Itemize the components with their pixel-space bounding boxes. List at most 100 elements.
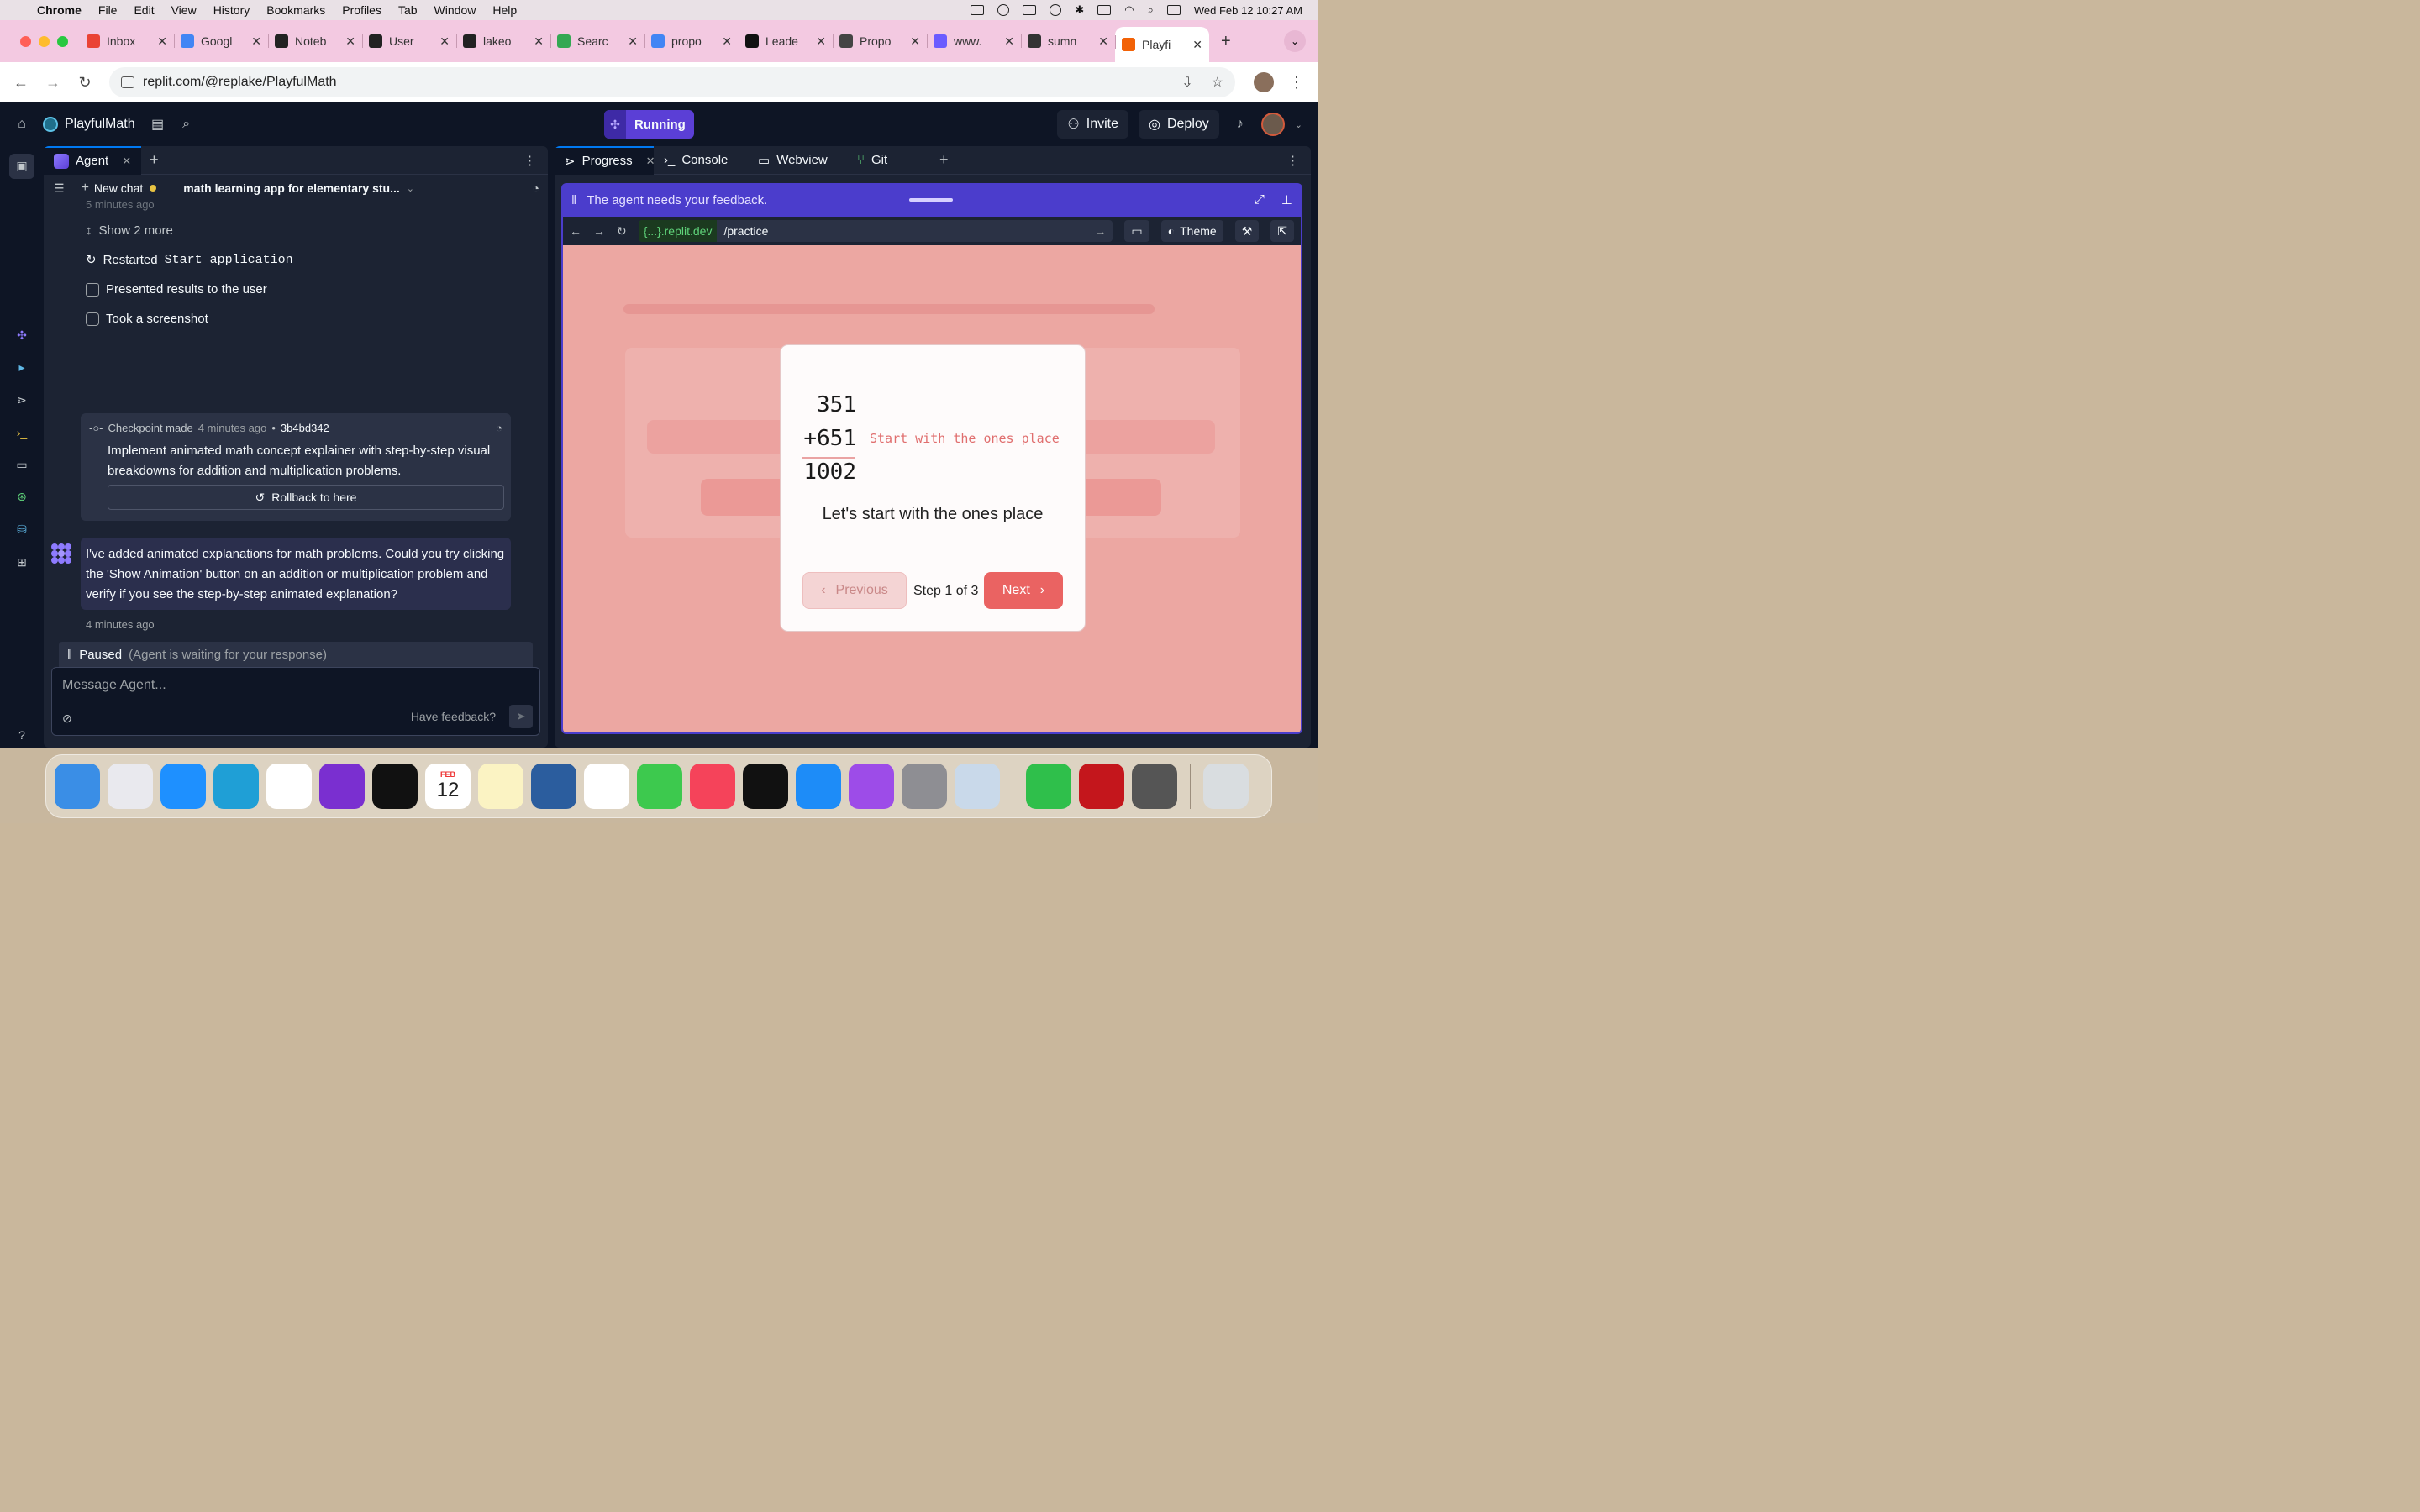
close-icon[interactable]: ✕ (910, 34, 920, 49)
expand-window-icon[interactable]: ⤢ (1255, 192, 1265, 207)
menu-profiles[interactable]: Profiles (342, 3, 381, 17)
webview-back-icon[interactable]: ← (570, 224, 581, 238)
theme-button[interactable]: ◐ Theme (1160, 220, 1223, 242)
install-app-icon[interactable]: ⇩ (1181, 74, 1192, 91)
back-button[interactable]: ← (5, 74, 37, 92)
shell-tool-icon[interactable]: ⋗ (9, 387, 34, 412)
close-icon[interactable]: ✕ (251, 34, 261, 49)
message-input[interactable]: Message Agent... ⊘ Have feedback? ➤ (51, 667, 540, 736)
agent-tool-icon[interactable]: ✣ (9, 323, 34, 348)
image-capture-icon[interactable] (1132, 764, 1177, 809)
accessibility-icon[interactable] (1050, 4, 1062, 16)
profile-avatar[interactable] (1254, 72, 1274, 92)
webview-tool-icon[interactable]: ▭ (9, 453, 34, 478)
music-icon[interactable] (690, 764, 735, 809)
numbers-icon[interactable] (1026, 764, 1071, 809)
browser-tab[interactable]: Playfi ✕ (1115, 27, 1209, 62)
home-icon[interactable]: ⌂ (11, 113, 33, 135)
tab-webview[interactable]: ▭ Webview (748, 146, 847, 175)
browser-tab[interactable]: www. ✕ (927, 26, 1021, 56)
browser-tab[interactable]: Noteb ✕ (268, 26, 362, 56)
send-button[interactable]: ➤ (509, 705, 533, 728)
menubar-clock[interactable]: Wed Feb 12 10:27 AM (1194, 4, 1302, 17)
open-external-icon[interactable]: ⇱ (1270, 220, 1294, 242)
rollback-button[interactable]: ↺ Rollback to here (108, 485, 504, 510)
webview-go-icon[interactable]: → (1094, 224, 1113, 238)
finder-icon[interactable] (55, 764, 100, 809)
new-tab-button[interactable]: + (1221, 32, 1231, 51)
project-title[interactable]: PlayfulMath (43, 117, 135, 132)
photos-icon[interactable] (584, 764, 629, 809)
browser-tab[interactable]: lakeo ✕ (456, 26, 550, 56)
acrobat-icon[interactable] (1079, 764, 1124, 809)
menu-help[interactable]: Help (492, 3, 517, 17)
tab-console[interactable]: ›_ Console (654, 146, 748, 175)
tab-search-button[interactable]: ⌄ (1284, 30, 1306, 52)
database-tool-icon[interactable]: ⛁ (9, 517, 34, 543)
sidebar-toggle-icon[interactable]: ▣ (9, 154, 34, 179)
firefox-icon[interactable] (319, 764, 365, 809)
usage-gauge-icon[interactable]: ◔ (533, 181, 539, 195)
browser-tab[interactable]: sumn ✕ (1021, 26, 1115, 56)
new-chat-button[interactable]: New chat (94, 181, 143, 195)
zoom-window-button[interactable] (57, 35, 68, 47)
pin-icon[interactable]: ⊥ (1281, 192, 1292, 207)
webview-reload-icon[interactable]: ↻ (617, 224, 627, 239)
notifications-bell-icon[interactable]: ♪ (1229, 113, 1251, 135)
search-icon[interactable]: ⌕ (176, 113, 197, 135)
messages-icon[interactable] (637, 764, 682, 809)
close-icon[interactable]: ✕ (1192, 38, 1202, 52)
browser-tab[interactable]: Googl ✕ (174, 26, 268, 56)
close-icon[interactable]: ✕ (439, 34, 450, 49)
close-icon[interactable]: ✕ (628, 34, 638, 49)
omnibox[interactable]: replit.com/@replake/PlayfulMath ⇩ ☆ (109, 67, 1235, 97)
menu-bookmarks[interactable]: Bookmarks (266, 3, 325, 17)
previous-step-button[interactable]: ‹ Previous (802, 572, 907, 609)
display-icon[interactable] (971, 5, 985, 15)
user-avatar[interactable] (1260, 113, 1285, 136)
chat-title[interactable]: math learning app for elementary stu... (183, 181, 400, 195)
close-icon[interactable]: ✕ (157, 34, 167, 49)
action-screenshot[interactable]: Took a screenshot (86, 312, 208, 326)
chrome-menu-icon[interactable]: ⋮ (1289, 74, 1304, 92)
tab-agent[interactable]: Agent ✕ (44, 146, 142, 175)
all-tools-icon[interactable]: ⊞ (9, 549, 34, 575)
deployments-tool-icon[interactable]: ⊛ (9, 485, 34, 510)
edge-icon[interactable] (213, 764, 259, 809)
forward-button[interactable]: → (37, 74, 69, 92)
airplay-icon[interactable] (997, 4, 1010, 16)
action-presented[interactable]: Presented results to the user (86, 282, 267, 297)
next-step-button[interactable]: Next › (984, 572, 1063, 609)
url-text[interactable]: replit.com/@replake/PlayfulMath (143, 75, 337, 90)
webview-forward-icon[interactable]: → (593, 224, 605, 238)
settings-icon[interactable] (902, 764, 947, 809)
tab-progress[interactable]: ⋗ Progress ✕ (555, 146, 655, 175)
chat-title-chevron-icon[interactable]: ⌄ (407, 183, 414, 194)
menu-history[interactable]: History (213, 3, 250, 17)
app-store-icon[interactable] (796, 764, 841, 809)
preview-icon[interactable] (955, 764, 1000, 809)
reload-button[interactable]: ↻ (69, 74, 101, 92)
new-chat-plus-icon[interactable]: + (82, 181, 89, 196)
menu-view[interactable]: View (171, 3, 197, 17)
window-icon[interactable] (1023, 5, 1037, 15)
console-tool-icon[interactable]: ›_ (9, 420, 34, 445)
chat-list-icon[interactable]: ☰ (54, 181, 65, 196)
close-icon[interactable]: ✕ (1098, 34, 1108, 49)
site-info-icon[interactable] (121, 76, 134, 88)
devtools-icon[interactable]: ⚒ (1234, 220, 1260, 242)
add-tab-button[interactable]: + (939, 151, 949, 169)
tab-git[interactable]: ⑂ Git (847, 146, 934, 175)
menu-app-name[interactable]: Chrome (37, 3, 82, 17)
browser-tab[interactable]: Inbox ✕ (80, 26, 174, 56)
device-icon[interactable]: ▭ (1124, 220, 1150, 242)
attach-icon[interactable]: ⊘ (62, 711, 72, 726)
browser-tab[interactable]: Leade ✕ (739, 26, 833, 56)
run-status-button[interactable]: ✣ Running (604, 110, 694, 139)
browser-tab[interactable]: propo ✕ (644, 26, 739, 56)
checkpoint-hash[interactable]: 3b4bd342 (281, 422, 329, 434)
action-restarted[interactable]: ↻ Restarted Start application (86, 252, 293, 268)
browser-tab[interactable]: User ✕ (362, 26, 456, 56)
close-icon[interactable]: ✕ (534, 34, 544, 49)
tv-icon[interactable] (743, 764, 788, 809)
